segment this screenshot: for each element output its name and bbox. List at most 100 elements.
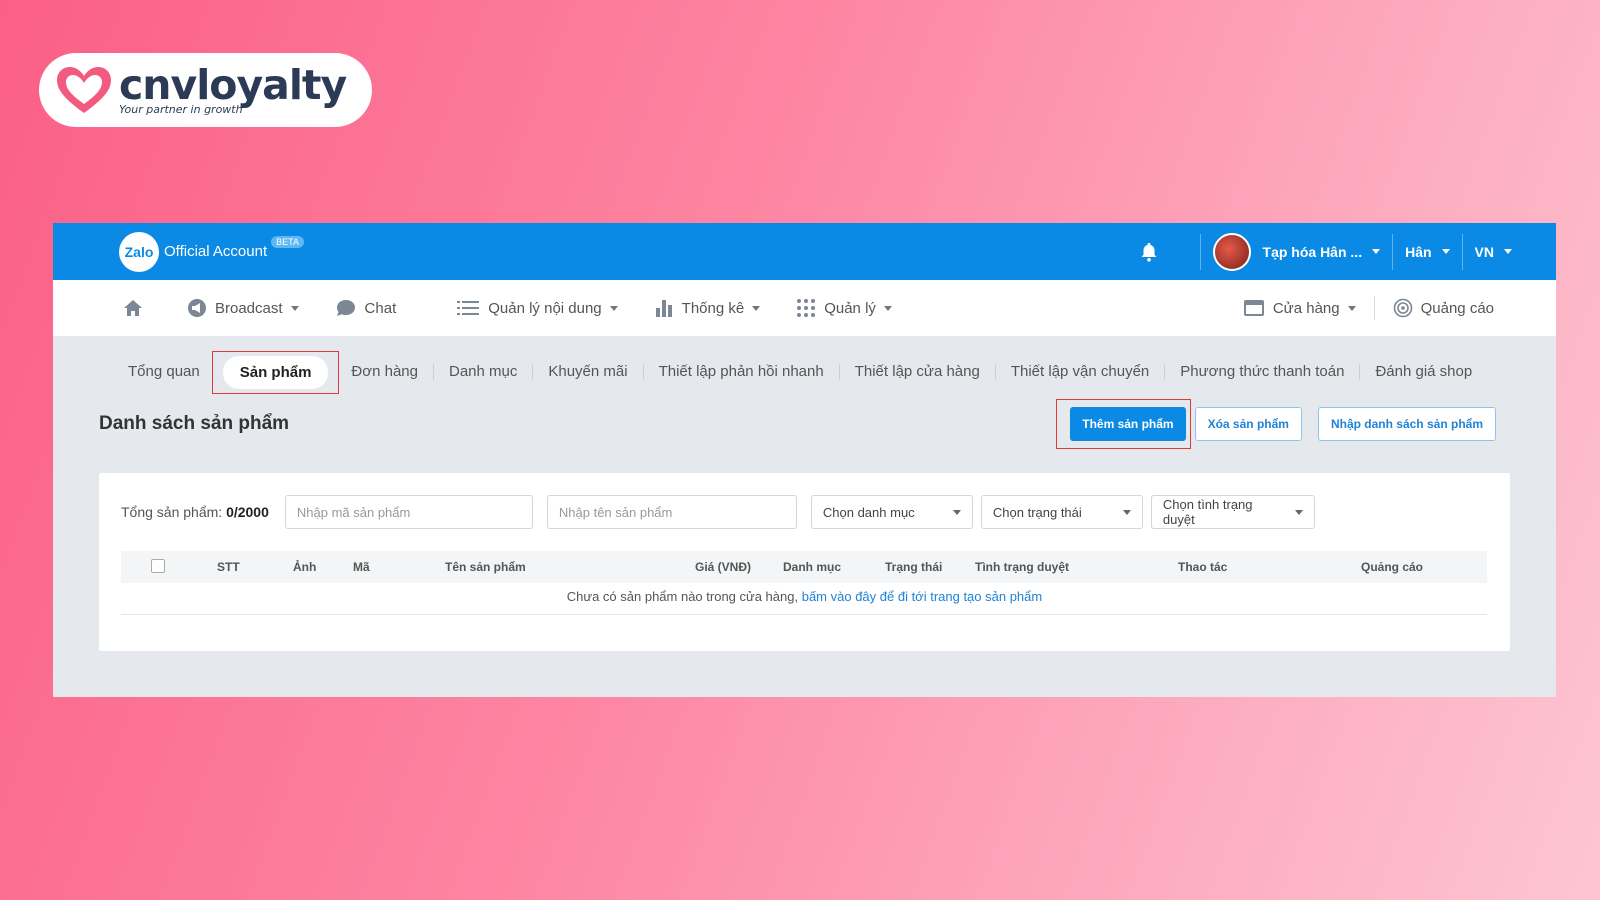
menu-chat-label: Chat <box>364 299 397 317</box>
store-subnav: Tổng quan Sản phẩm Đơn hàng Danh mục Khu… <box>53 350 1556 394</box>
user-menu[interactable]: Hân <box>1405 243 1450 260</box>
product-list-card: Tổng sản phẩm: 0/2000 Nhập mã sản phẩm N… <box>99 473 1510 651</box>
tab-quick-replies[interactable]: Thiết lập phản hồi nhanh <box>644 364 840 380</box>
col-category: Danh mục <box>783 560 842 574</box>
table-header: STT Ảnh Mã Tên sản phẩm Giá (VNĐ) Danh m… <box>121 551 1487 583</box>
tab-store-settings[interactable]: Thiết lập cửa hàng <box>840 364 996 380</box>
review-status-select-value: Chọn tình trạng duyệt <box>1162 497 1253 527</box>
col-review-status: Tình trạng duyệt <box>975 560 1069 574</box>
chevron-down-icon <box>752 305 761 311</box>
tab-products-highlight: Sản phẩm <box>211 350 340 394</box>
top-right-controls: Tạp hóa Hân ... Hân VN <box>1138 223 1512 280</box>
tab-overview[interactable]: Tổng quan <box>113 364 206 380</box>
chevron-down-icon <box>1122 509 1131 515</box>
home-icon <box>124 300 142 316</box>
review-status-select[interactable]: Chọn tình trạng duyệt <box>1150 495 1315 529</box>
cnvloyalty-logo: cnvloyalty Your partner in growth <box>39 53 372 127</box>
create-product-link[interactable]: bấm vào đây để đi tới trang tạo sản phẩm <box>802 589 1043 604</box>
tab-payment[interactable]: Phương thức thanh toán <box>1165 364 1361 380</box>
logo-name: cnvloyalty <box>119 61 347 109</box>
page-title: Danh sách sản phẩm <box>99 413 290 434</box>
shop-name: Tạp hóa Hân ... <box>1262 243 1363 260</box>
grid-dots-icon <box>797 299 816 317</box>
menu-content[interactable]: Quản lý nội dung <box>456 299 618 317</box>
tab-products[interactable]: Sản phẩm <box>222 355 329 389</box>
menu-ads[interactable]: Quảng cáo <box>1373 296 1494 320</box>
col-actions: Thao tác <box>1178 560 1228 574</box>
language-menu[interactable]: VN <box>1475 244 1512 260</box>
col-ads: Quảng cáo <box>1361 560 1424 574</box>
tab-shipping[interactable]: Thiết lập vận chuyển <box>996 364 1166 380</box>
logo-tagline: Your partner in growth <box>119 103 243 116</box>
avatar[interactable] <box>1212 232 1251 271</box>
main-menu: Broadcast Chat Quản lý nội dung Thống kê <box>53 280 1556 336</box>
col-code: Mã <box>353 560 370 574</box>
menu-broadcast-label: Broadcast <box>215 299 283 317</box>
menu-ads-label: Quảng cáo <box>1420 299 1494 317</box>
tab-reviews[interactable]: Đánh giá shop <box>1360 364 1487 380</box>
tab-orders[interactable]: Đơn hàng <box>345 364 434 380</box>
col-stt: STT <box>217 560 240 574</box>
top-bar: Zalo Official Account BETA Tạp hóa Hân .… <box>53 223 1556 280</box>
chevron-down-icon <box>1441 249 1450 254</box>
chevron-down-icon <box>1294 509 1303 515</box>
bell-icon[interactable] <box>1138 241 1160 263</box>
chevron-down-icon <box>952 509 961 515</box>
product-count-label: Tổng sản phẩm: <box>121 504 223 520</box>
chat-bubble-icon <box>336 300 355 316</box>
shop-switcher[interactable]: Tạp hóa Hân ... <box>1263 244 1381 260</box>
language-label: VN <box>1474 243 1494 260</box>
import-products-button[interactable]: Nhập danh sách sản phẩm <box>1317 407 1496 441</box>
divider <box>1392 233 1394 270</box>
menu-store[interactable]: Cửa hàng <box>1243 299 1356 317</box>
menu-store-label: Cửa hàng <box>1272 299 1340 317</box>
bar-chart-icon <box>655 300 672 317</box>
category-select[interactable]: Chọn danh mục <box>810 495 973 529</box>
chevron-down-icon <box>609 305 618 311</box>
add-button-highlight: Thêm sản phẩm <box>1056 399 1191 449</box>
target-icon <box>1393 298 1412 318</box>
chevron-down-icon <box>1347 305 1356 311</box>
divider <box>121 614 1487 615</box>
menu-stats-label: Thống kê <box>681 299 745 317</box>
chevron-down-icon <box>883 305 892 311</box>
menu-manage[interactable]: Quản lý <box>796 298 892 318</box>
menu-broadcast[interactable]: Broadcast <box>187 298 299 318</box>
chevron-down-icon <box>1372 249 1381 254</box>
chevron-down-icon <box>290 305 299 311</box>
empty-state: Chưa có sản phẩm nào trong cửa hàng, bấm… <box>99 589 1510 604</box>
empty-state-text: Chưa có sản phẩm nào trong cửa hàng, <box>566 589 799 604</box>
product-count: Tổng sản phẩm: 0/2000 <box>121 504 269 520</box>
divider <box>1461 233 1463 270</box>
delete-product-button[interactable]: Xóa sản phẩm <box>1194 407 1302 441</box>
status-select[interactable]: Chọn trạng thái <box>980 495 1143 529</box>
col-product-name: Tên sản phẩm <box>445 560 526 574</box>
menu-content-label: Quản lý nội dung <box>488 299 602 317</box>
category-select-value: Chọn danh mục <box>822 504 915 520</box>
product-count-value: 0/2000 <box>226 504 269 520</box>
list-icon <box>457 301 480 315</box>
beta-badge: BETA <box>271 235 304 248</box>
menu-chat[interactable]: Chat <box>335 298 397 318</box>
tab-promotions[interactable]: Khuyến mãi <box>533 364 644 380</box>
col-status: Trạng thái <box>885 560 943 574</box>
divider <box>1373 296 1375 320</box>
menu-manage-label: Quản lý <box>824 299 876 317</box>
zalo-oa-screenshot: Zalo Official Account BETA Tạp hóa Hân .… <box>53 223 1556 697</box>
product-name-input[interactable]: Nhập tên sản phẩm <box>546 495 797 529</box>
menu-right: Cửa hàng Quảng cáo <box>1207 280 1494 336</box>
menu-stats[interactable]: Thống kê <box>654 298 761 318</box>
megaphone-icon <box>188 299 206 317</box>
filter-bar: Tổng sản phẩm: 0/2000 Nhập mã sản phẩm N… <box>99 473 1510 529</box>
menu-home[interactable] <box>123 299 151 317</box>
select-all-checkbox[interactable] <box>151 559 165 573</box>
app-title: Official Account <box>164 243 268 260</box>
tab-categories[interactable]: Danh mục <box>434 364 534 380</box>
product-code-input[interactable]: Nhập mã sản phẩm <box>284 495 533 529</box>
zalo-logo[interactable]: Zalo <box>119 231 159 272</box>
col-image: Ảnh <box>293 560 317 574</box>
add-product-button[interactable]: Thêm sản phẩm <box>1070 407 1186 441</box>
col-price: Giá (VNĐ) <box>695 560 752 574</box>
chevron-down-icon <box>1504 249 1512 254</box>
user-name: Hân <box>1405 243 1432 260</box>
